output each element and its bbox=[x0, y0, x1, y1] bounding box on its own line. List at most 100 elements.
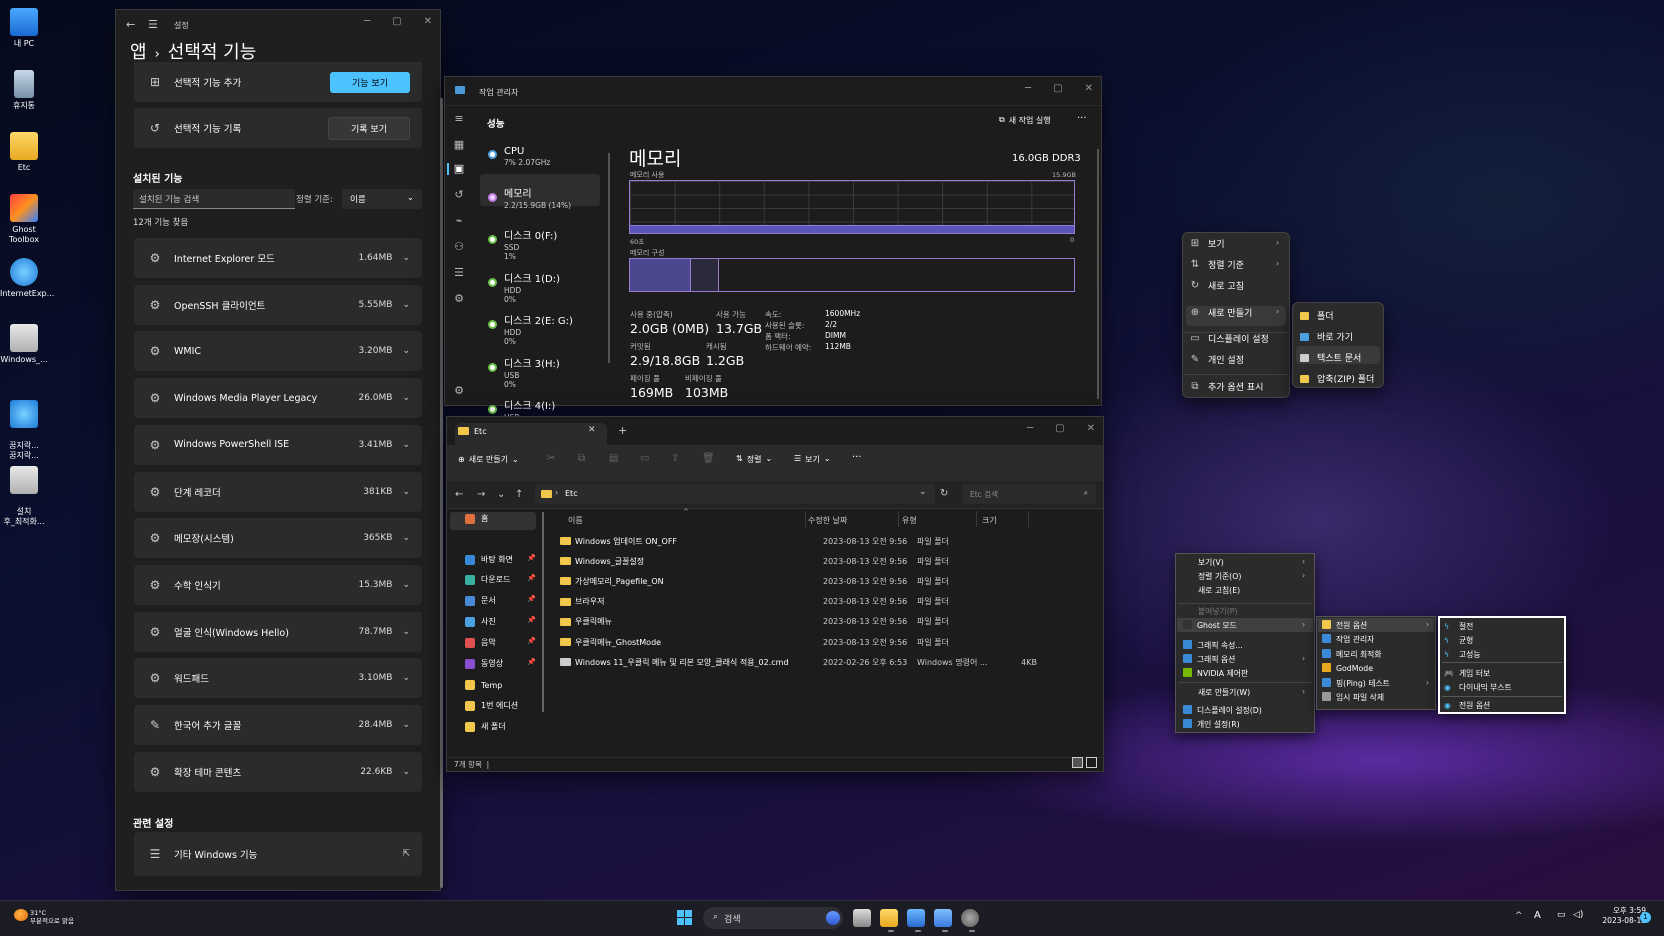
chevron-down-icon[interactable]: ⌄ bbox=[402, 580, 410, 590]
classic-menu-item[interactable]: 정렬 기준(O) bbox=[1198, 571, 1241, 582]
copy-icon[interactable]: ⧉ bbox=[578, 453, 585, 464]
new-tab-icon[interactable]: + bbox=[618, 424, 627, 437]
clock[interactable]: 오후 3:59 2023-08-13 bbox=[1594, 906, 1646, 926]
file-row[interactable]: 브라우저 2023-08-13 오전 9:56 파일 폴더 bbox=[560, 592, 1080, 612]
submenu-item[interactable]: 폴더 bbox=[1300, 309, 1334, 322]
menu-item-sort[interactable]: ⇅ 정렬 기준 bbox=[1190, 258, 1244, 271]
nav-item[interactable]: 새 폴더 bbox=[465, 721, 506, 732]
taskbar-search[interactable]: ⌕ 검색 bbox=[703, 907, 843, 929]
power-menu-item[interactable]: ◉ 다이내믹 부스트 bbox=[1444, 682, 1512, 693]
nav-scrollbar[interactable] bbox=[542, 512, 544, 712]
maximize-icon[interactable]: ▢ bbox=[1053, 83, 1062, 94]
column-header-name[interactable]: 이름 bbox=[568, 515, 583, 526]
chevron-down-icon[interactable]: ⌄ bbox=[402, 720, 410, 730]
feature-item[interactable]: ⚙ OpenSSH 클라이언트 5.55MB ⌄ bbox=[134, 284, 422, 325]
volume-icon[interactable]: ◁) bbox=[1573, 910, 1583, 920]
desktop-icon-etc[interactable]: Etc bbox=[0, 132, 48, 173]
power-menu-item[interactable]: ϟ 고성능 bbox=[1444, 649, 1481, 660]
column-header-type[interactable]: 유형 bbox=[902, 515, 917, 526]
startup-apps-icon[interactable]: ⌁ bbox=[452, 214, 466, 227]
file-row[interactable]: 우클릭메뉴 2023-08-13 오전 9:56 파일 폴더 bbox=[560, 612, 1080, 632]
delete-icon[interactable]: 🗑 bbox=[702, 453, 715, 464]
chevron-down-icon[interactable]: ⌄ bbox=[402, 627, 410, 637]
nav-item[interactable]: Temp bbox=[465, 680, 502, 690]
submenu-item[interactable]: 바로 가기 bbox=[1300, 330, 1353, 343]
maximize-icon[interactable]: ▢ bbox=[1055, 423, 1064, 434]
search-input[interactable]: Etc 검색 ⌕ bbox=[962, 484, 1096, 504]
chevron-down-icon[interactable]: ⌄ bbox=[402, 300, 410, 310]
pin-icon[interactable]: 📌 bbox=[527, 637, 536, 645]
up-arrow-icon[interactable]: ↑ bbox=[515, 489, 523, 500]
feature-item[interactable]: ⚙ Windows PowerShell ISE 3.41MB ⌄ bbox=[134, 424, 422, 465]
network-icon[interactable]: ▭ bbox=[1557, 910, 1566, 920]
refresh-icon[interactable]: ↻ bbox=[940, 488, 948, 499]
feature-item[interactable]: ⚙ 메모장(시스템) 365KB ⌄ bbox=[134, 518, 422, 559]
resource-item[interactable]: 메모리 2.2/15.9GB (14%) bbox=[488, 189, 600, 225]
desktop-icon-recycle-bin[interactable]: 휴지통 bbox=[0, 70, 48, 111]
classic-menu-item[interactable]: 새로 고침(E) bbox=[1198, 585, 1240, 596]
weather-widget[interactable]: 31°C 부분적으로 맑음 bbox=[30, 909, 74, 925]
power-menu-item[interactable]: ϟ 균형 bbox=[1444, 635, 1473, 646]
column-header-size[interactable]: 크기 bbox=[982, 515, 997, 526]
resource-item[interactable]: CPU 7% 2.07GHz bbox=[488, 146, 600, 182]
settings-taskbar-icon[interactable] bbox=[961, 909, 979, 927]
pin-icon[interactable]: 📌 bbox=[527, 554, 536, 562]
resource-item[interactable]: 디스크 0(F:) SSD 1% bbox=[488, 231, 600, 267]
share-icon[interactable]: ⇪ bbox=[671, 453, 679, 464]
start-button[interactable] bbox=[676, 909, 694, 927]
power-menu-item[interactable]: 🎮 게임 터보 bbox=[1444, 668, 1490, 679]
classic-menu-item[interactable]: 새로 만들기(W) bbox=[1198, 687, 1250, 698]
file-row[interactable]: Windows_글꼴설정 2023-08-13 오전 9:56 파일 폴더 bbox=[560, 551, 1080, 571]
menu-item-display[interactable]: ▭ 디스플레이 설정 bbox=[1190, 332, 1269, 345]
app-history-icon[interactable]: ↺ bbox=[452, 188, 466, 201]
feature-item[interactable]: ✎ 한국어 추가 글꼴 28.4MB ⌄ bbox=[134, 705, 422, 745]
processes-icon[interactable]: ▦ bbox=[452, 138, 466, 151]
chevron-down-icon[interactable]: ⌄ bbox=[919, 487, 927, 497]
ghost-menu-item[interactable]: 임시 파일 삭제 bbox=[1322, 692, 1384, 703]
classic-menu-item[interactable]: 개인 설정(R) bbox=[1183, 719, 1240, 730]
nav-item[interactable]: 다운로드 bbox=[465, 574, 510, 585]
desktop-icon-windows-shortcut[interactable]: Windows_... bbox=[0, 324, 48, 365]
search-input[interactable]: 설치된 기능 검색 bbox=[133, 189, 295, 209]
menu-item-more-options[interactable]: ⧉ 추가 옵션 표시 bbox=[1190, 380, 1263, 393]
back-arrow-icon[interactable]: ← bbox=[455, 489, 463, 500]
menu-item-new[interactable]: ⊕ 새로 만들기 bbox=[1190, 306, 1252, 319]
nav-item[interactable]: 사진 bbox=[465, 616, 496, 627]
users-icon[interactable]: ⚇ bbox=[452, 240, 466, 253]
desktop-icon-internet-explorer[interactable]: InternetExp... bbox=[0, 258, 54, 299]
minimize-icon[interactable]: ─ bbox=[364, 16, 370, 27]
breadcrumb-parent[interactable]: 앱 bbox=[130, 38, 147, 64]
task-manager-taskbar-icon[interactable] bbox=[907, 909, 925, 927]
view-features-button[interactable]: 기능 보기 bbox=[330, 71, 410, 93]
notification-badge[interactable]: 1 bbox=[1640, 912, 1651, 923]
menu-item-refresh[interactable]: ↻ 새로 고침 bbox=[1190, 279, 1244, 292]
chevron-down-icon[interactable]: ⌄ bbox=[402, 346, 410, 356]
file-row[interactable]: Windows 11_우클릭 메뉴 및 리본 모양_클래식 적용_02.cmd 2… bbox=[560, 652, 1080, 672]
hamburger-icon[interactable]: ≡ bbox=[452, 112, 466, 125]
classic-menu-item[interactable]: 보기(V) bbox=[1198, 557, 1224, 568]
tiles-view-icon[interactable] bbox=[1086, 757, 1097, 768]
more-options-button[interactable]: ··· bbox=[1077, 113, 1087, 124]
bing-icon[interactable] bbox=[826, 911, 840, 925]
power-menu-item[interactable]: ϟ 절전 bbox=[1444, 621, 1473, 632]
paste-icon[interactable]: ▤ bbox=[609, 453, 618, 464]
ghost-menu-item[interactable]: 메모리 최적화 bbox=[1322, 648, 1382, 660]
feature-item[interactable]: ⚙ 워드패드 3.10MB ⌄ bbox=[134, 658, 422, 699]
nav-item[interactable]: 음악 bbox=[465, 637, 496, 648]
sort-button[interactable]: ⇅ 정렬 ⌄ bbox=[736, 454, 772, 465]
view-button[interactable]: ☰ 보기 ⌄ bbox=[794, 454, 831, 465]
chevron-down-icon[interactable]: ⌄ bbox=[402, 440, 410, 450]
content-scrollbar[interactable] bbox=[1097, 149, 1099, 399]
nav-item[interactable]: 문서 bbox=[465, 595, 496, 606]
settings-gear-icon[interactable]: ⚙ bbox=[452, 384, 466, 397]
recent-chevron-icon[interactable]: ⌄ bbox=[497, 489, 505, 500]
forward-arrow-icon[interactable]: → bbox=[477, 489, 485, 500]
menu-item-personalize[interactable]: ✎ 개인 설정 bbox=[1190, 353, 1244, 366]
details-icon[interactable]: ☰ bbox=[452, 266, 466, 279]
file-row[interactable]: 우클릭메뉴_GhostMode 2023-08-13 오전 9:56 파일 폴더 bbox=[560, 632, 1080, 652]
submenu-item[interactable]: 텍스트 문서 bbox=[1300, 351, 1361, 364]
ghost-menu-item[interactable]: GodMode bbox=[1322, 663, 1373, 673]
chevron-down-icon[interactable]: ⌄ bbox=[402, 673, 410, 683]
feature-item[interactable]: ⚙ 단계 레코더 381KB ⌄ bbox=[134, 471, 422, 512]
nav-item[interactable]: 바탕 화면 bbox=[465, 554, 513, 565]
